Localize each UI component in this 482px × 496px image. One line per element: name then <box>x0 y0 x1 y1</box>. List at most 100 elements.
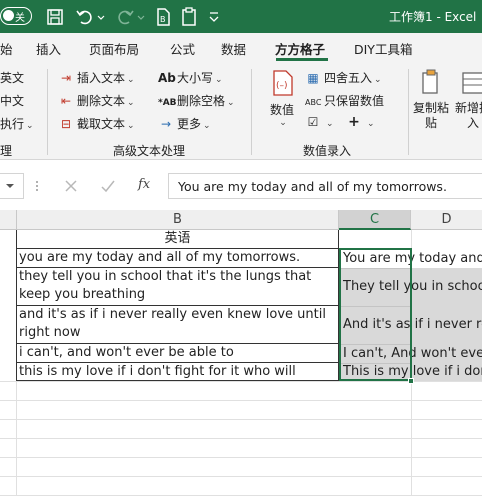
gridline <box>0 419 482 420</box>
window-title: 工作簿1 - Excel <box>389 10 477 24</box>
execute-label: 执行 <box>0 117 25 131</box>
column-header-a[interactable] <box>0 210 17 230</box>
round-icon: ▦ <box>307 71 319 85</box>
title-bar: 关 B 工作簿1 - Excel <box>0 0 482 33</box>
column-header-c[interactable]: C <box>339 210 411 230</box>
chevron-down-icon <box>6 184 14 188</box>
new-insert-icon <box>462 72 482 94</box>
document-icon[interactable]: B <box>152 6 174 28</box>
autosave-toggle[interactable]: 关 <box>0 7 32 25</box>
column-header-d[interactable]: D <box>411 210 482 230</box>
extract-text-label: 截取文本 <box>77 117 126 131</box>
gridline <box>0 457 482 458</box>
ribbon-item-execute[interactable]: 执行 ⌄ <box>0 115 34 132</box>
svg-text:B: B <box>160 15 166 24</box>
chevron-down-icon: ⌄ <box>215 75 223 85</box>
redo-dropdown-icon[interactable] <box>135 6 147 28</box>
insert-function-icon[interactable]: fx <box>138 177 150 192</box>
table-cell[interactable]: you are my today and all of my tomorrows… <box>17 249 338 268</box>
chevron-down-icon: ⌄ <box>326 119 334 129</box>
chevron-down-icon: ⌄ <box>367 119 375 129</box>
clipboard-icon[interactable] <box>178 6 200 28</box>
round-label: 四舍五入 <box>324 71 373 85</box>
tab-data[interactable]: 数据 <box>221 39 246 58</box>
group-label-left: 理 <box>0 144 13 158</box>
table-cell[interactable]: i can't, and won't ever be able to <box>17 344 338 363</box>
arrow-right-icon: → <box>160 117 172 131</box>
tab-formulas[interactable]: 公式 <box>170 39 195 58</box>
undo-icon[interactable] <box>74 6 96 28</box>
enter-check-icon[interactable] <box>100 179 116 193</box>
new-insert-button[interactable]: 新增插入 <box>455 68 482 131</box>
selection-range[interactable] <box>339 248 412 381</box>
tab-start[interactable]: 始 <box>0 39 13 58</box>
formula-input[interactable]: You are my today and all of my tomorrows… <box>168 173 482 199</box>
group-separator <box>47 69 48 155</box>
formula-bar: fx You are my today and all of my tomorr… <box>0 171 482 201</box>
extract-text-button[interactable]: ⊟ 截取文本 ⌄ <box>58 115 135 132</box>
fill-handle[interactable] <box>408 378 414 384</box>
save-icon[interactable] <box>44 6 66 28</box>
more-label: 更多 <box>177 117 202 131</box>
numeric-icon: (–) <box>273 70 293 96</box>
customize-toolbar-icon[interactable] <box>207 6 221 28</box>
drag-handle-icon[interactable] <box>34 180 40 192</box>
chevron-down-icon: ⌄ <box>227 98 235 108</box>
spacer <box>0 201 482 210</box>
gridline <box>0 400 482 401</box>
trim-spaces-label: 删除空格 <box>177 94 226 108</box>
group-separator <box>408 69 409 155</box>
name-box-dropdown[interactable] <box>0 173 24 199</box>
chevron-down-icon: ⌄ <box>127 98 135 108</box>
keep-numeric-button[interactable]: ABC 只保留数值 <box>305 92 384 109</box>
delete-text-button[interactable]: ⇤ 删除文本 ⌄ <box>58 92 135 109</box>
numeric-button[interactable]: (–) 数值 ⌄ <box>262 68 302 128</box>
ribbon-panel: 英文 中文 执行 ⌄ 理 ⇥ 插入文本 ⌄ ⇤ 删除文本 ⌄ ⊟ 截取文本 ⌄ Ab大小写 ⌄ … <box>0 63 482 160</box>
chevron-down-icon: ⌄ <box>127 121 135 131</box>
more-button[interactable]: → 更多 ⌄ <box>158 115 211 132</box>
table-header-cell[interactable]: 英语 <box>17 230 338 249</box>
chevron-down-icon: ⌄ <box>127 75 135 85</box>
edit-dropdown-button[interactable]: ☑ ⌄ <box>305 115 334 129</box>
group-label-numeric-entry: 数值录入 <box>303 144 352 158</box>
column-header-b[interactable]: B <box>17 210 339 230</box>
chevron-down-icon: ⌄ <box>203 121 211 131</box>
ribbon-item-chinese[interactable]: 中文 <box>0 92 24 109</box>
sheet-grid: 英语 you are my today and all of my tomorr… <box>0 230 482 496</box>
cancel-icon[interactable] <box>64 179 78 193</box>
delete-text-label: 删除文本 <box>77 94 126 108</box>
table-cell[interactable]: they tell you in school that it's the lu… <box>17 268 338 306</box>
tab-page-layout[interactable]: 页面布局 <box>89 39 139 58</box>
redo-icon[interactable] <box>114 6 136 28</box>
case-label: 大小写 <box>177 71 214 85</box>
gridline <box>0 438 482 439</box>
tab-insert[interactable]: 插入 <box>36 39 61 58</box>
trim-spaces-button[interactable]: *AB删除空格 ⌄ <box>158 92 235 109</box>
plus-icon: + <box>348 114 360 130</box>
insert-text-button[interactable]: ⇥ 插入文本 ⌄ <box>58 69 135 86</box>
undo-dropdown-icon[interactable] <box>95 6 107 28</box>
column-header-row: B C D <box>0 210 482 230</box>
ribbon-tabs: 始 插入 页面布局 公式 数据 方方格子 DIY工具箱 <box>0 33 482 63</box>
insert-text-label: 插入文本 <box>77 71 126 85</box>
case-button[interactable]: Ab大小写 ⌄ <box>158 69 223 86</box>
active-tab-indicator <box>276 58 328 61</box>
gridline <box>0 476 482 477</box>
trim-spaces-icon: *AB <box>158 98 177 108</box>
chevron-down-icon: ⌄ <box>279 118 287 128</box>
autosave-label: 关 <box>15 13 25 24</box>
table-cell[interactable]: this is my love if i don't fight for it … <box>17 363 338 381</box>
group-separator <box>251 69 252 155</box>
extract-text-icon: ⊟ <box>60 117 72 131</box>
svg-text:(–): (–) <box>276 81 288 91</box>
formula-controls: fx <box>52 171 164 201</box>
keep-numeric-icon: ABC <box>305 98 322 107</box>
tab-diy-toolbox[interactable]: DIY工具箱 <box>354 39 412 58</box>
round-button[interactable]: ▦ 四舍五入 ⌄ <box>305 69 381 86</box>
tab-fangfang-gezi[interactable]: 方方格子 <box>275 39 325 58</box>
table-cell[interactable]: and it's as if i never really even knew … <box>17 306 338 344</box>
add-dropdown-button[interactable]: + ⌄ <box>346 114 375 130</box>
delete-text-icon: ⇤ <box>60 94 72 108</box>
copy-paste-button[interactable]: 复制粘贴 <box>413 68 449 131</box>
ribbon-item-english[interactable]: 英文 <box>0 69 24 86</box>
